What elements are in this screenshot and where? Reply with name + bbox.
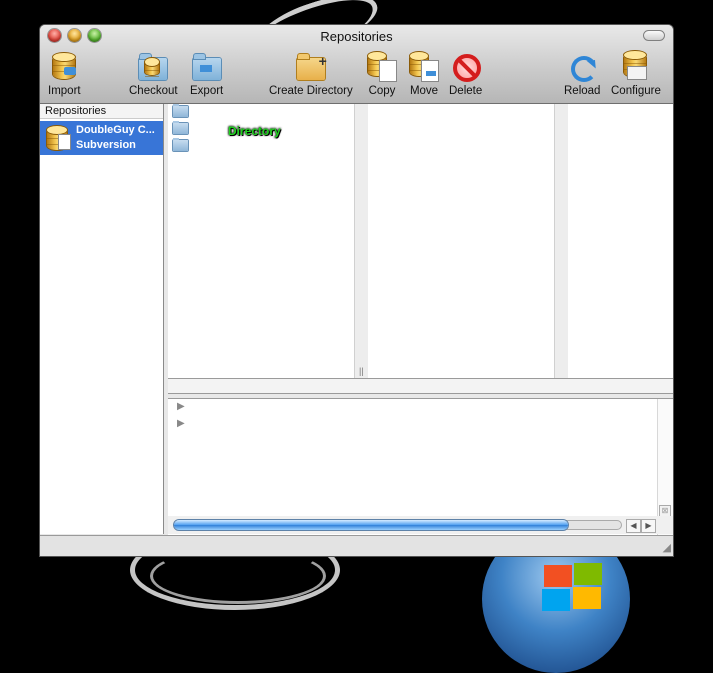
- checkout-icon: [137, 51, 169, 83]
- reload-icon: [566, 51, 598, 83]
- move-icon: [408, 51, 440, 83]
- reload-button[interactable]: Reload: [564, 51, 600, 97]
- progress-area: ◀ ▶: [168, 516, 673, 534]
- scroll-right-button[interactable]: ▶: [641, 519, 656, 533]
- progress-bar: [174, 520, 568, 530]
- folder-icon: [173, 104, 188, 117]
- window-title: Repositories: [320, 29, 393, 44]
- repositories-sidebar: Repositories DoubleGuy C... Subversion: [40, 104, 164, 534]
- copy-button[interactable]: Copy: [366, 51, 398, 97]
- reload-label: Reload: [564, 85, 601, 97]
- browser-horizontal-scrollbar[interactable]: [168, 379, 673, 394]
- resize-grip-icon[interactable]: ◢: [663, 541, 671, 554]
- move-button[interactable]: Move: [408, 51, 440, 97]
- create-directory-label: Create Directory: [269, 85, 353, 97]
- import-icon: [48, 51, 80, 83]
- configure-button[interactable]: Configure: [611, 51, 661, 97]
- delete-button[interactable]: Delete: [449, 51, 482, 97]
- repository-name: DoubleGuy C...: [76, 124, 155, 136]
- move-label: Move: [409, 85, 439, 97]
- copy-label: Copy: [368, 85, 396, 97]
- checkout-label: Checkout: [129, 85, 178, 97]
- checkout-button[interactable]: Checkout: [129, 51, 178, 97]
- folder-icon: [173, 138, 188, 151]
- export-icon: [191, 51, 223, 83]
- directory-row[interactable]: [168, 138, 353, 155]
- column-resize-grip[interactable]: ||: [359, 366, 364, 376]
- browser-column-3[interactable]: [568, 104, 673, 378]
- import-label: Import: [48, 85, 81, 97]
- browser-column-2[interactable]: [368, 104, 553, 378]
- delete-label: Delete: [449, 85, 483, 97]
- export-label: Export: [190, 85, 224, 97]
- import-button[interactable]: Import: [48, 51, 81, 97]
- toolbar: Import Checkout Export + Create Director…: [40, 51, 673, 101]
- delete-icon: [450, 51, 482, 83]
- disclosure-triangle-icon[interactable]: ▶: [177, 401, 185, 412]
- new-folder-icon: +: [295, 51, 327, 83]
- title-bar[interactable]: Repositories Import Checkout Export + Cr…: [40, 25, 673, 104]
- sidebar-header: Repositories: [40, 104, 163, 119]
- scroll-left-button[interactable]: ◀: [626, 519, 641, 533]
- folder-icon: [173, 121, 188, 134]
- drag-label: Directory: [228, 124, 281, 138]
- disclosure-triangle-icon[interactable]: ▶: [177, 418, 185, 429]
- export-button[interactable]: Export: [190, 51, 223, 97]
- toolbar-toggle-button[interactable]: [643, 30, 665, 41]
- directory-row[interactable]: [168, 104, 353, 121]
- copy-icon: [366, 51, 398, 83]
- status-bar: ◢: [40, 535, 673, 556]
- create-directory-button[interactable]: + Create Directory: [269, 51, 353, 97]
- browser-column-1[interactable]: Directory: [168, 104, 353, 378]
- repository-icon: [43, 123, 73, 153]
- background-swirl: [150, 548, 326, 604]
- configure-icon: [620, 51, 652, 83]
- configure-label: Configure: [611, 85, 661, 97]
- repository-browser: Directory ||: [168, 104, 673, 379]
- repositories-window: Repositories Import Checkout Export + Cr…: [40, 25, 673, 556]
- repository-type: Subversion: [76, 139, 136, 151]
- repository-item[interactable]: DoubleGuy C... Subversion: [40, 121, 163, 155]
